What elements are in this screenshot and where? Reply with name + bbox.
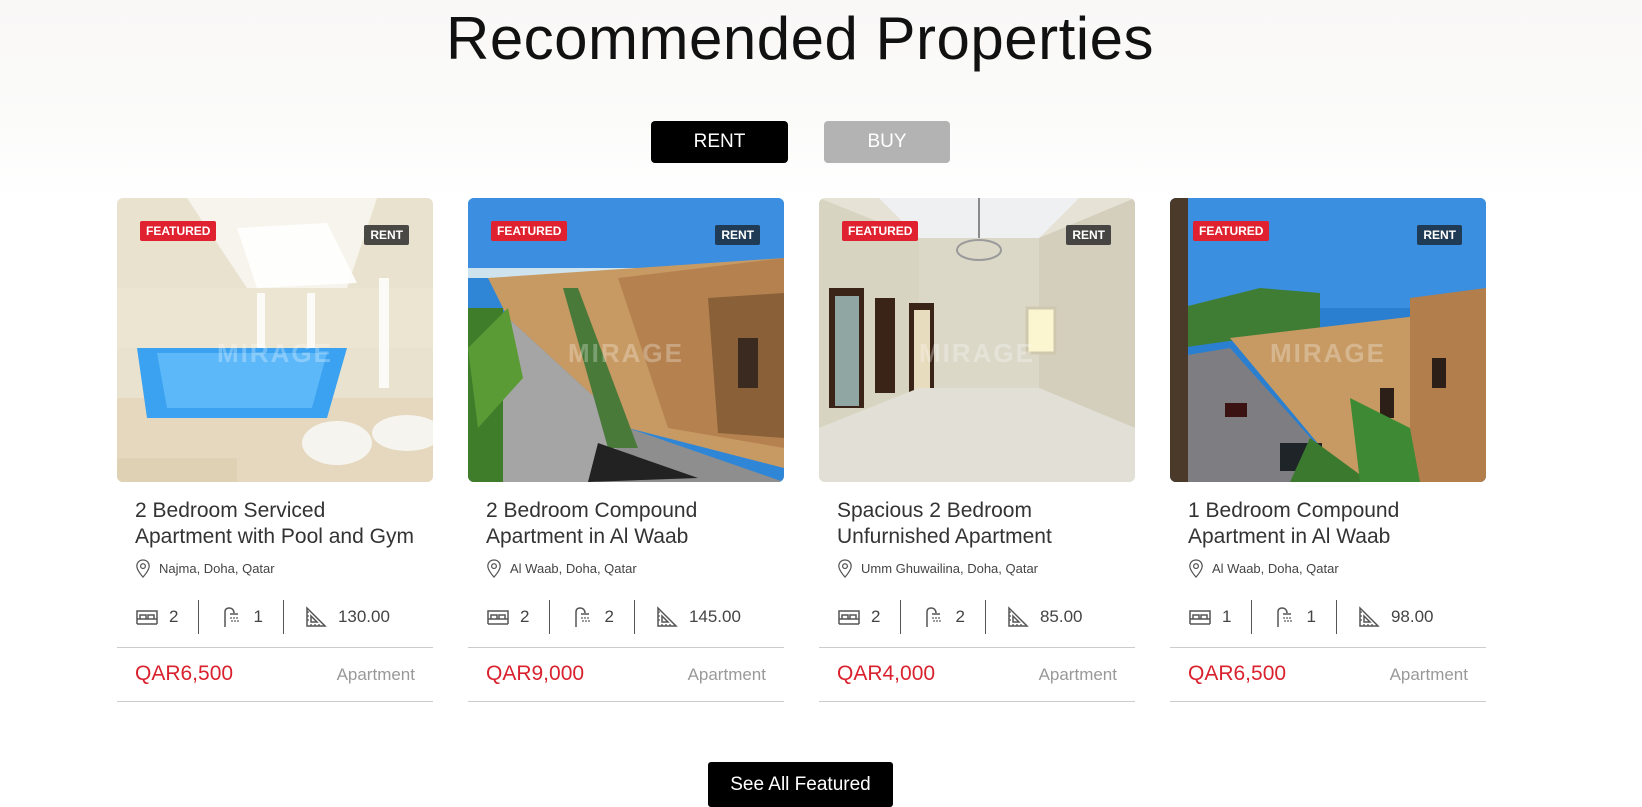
bed-icon bbox=[487, 610, 509, 625]
property-type: Apartment bbox=[687, 665, 766, 684]
beds-count: 2 bbox=[871, 607, 881, 626]
property-price: QAR4,000 bbox=[837, 662, 936, 685]
featured-badge: FEATURED bbox=[140, 221, 217, 241]
property-price: QAR9,000 bbox=[486, 662, 585, 685]
beds-count: 2 bbox=[169, 607, 179, 626]
divider-line bbox=[468, 647, 784, 648]
watermark-logo: MIRAGE bbox=[919, 338, 1035, 368]
divider-line bbox=[1170, 647, 1486, 648]
baths-count: 1 bbox=[1306, 607, 1316, 626]
bed-icon bbox=[838, 610, 860, 625]
map-pin-icon bbox=[136, 558, 150, 578]
divider-line bbox=[819, 701, 1135, 702]
divider bbox=[198, 600, 200, 634]
listing-type-badge: RENT bbox=[364, 225, 409, 245]
watermark-logo: MIRAGE bbox=[1270, 338, 1386, 368]
divider bbox=[984, 600, 986, 634]
divider bbox=[282, 600, 284, 634]
rent-tab[interactable]: RENT bbox=[651, 121, 788, 163]
property-title[interactable]: Spacious 2 Bedroom Unfurnished Apartment bbox=[837, 498, 1122, 550]
property-photo[interactable]: FEATURED RENT MIRAGE bbox=[117, 198, 433, 482]
area-value: 85.00 bbox=[1039, 607, 1083, 626]
beds-count: 1 bbox=[1222, 607, 1232, 626]
property-type: Apartment bbox=[1389, 665, 1468, 684]
shower-icon bbox=[926, 607, 942, 627]
location-text: Al Waab, Doha, Qatar bbox=[510, 560, 637, 576]
map-pin-icon bbox=[1189, 558, 1203, 578]
featured-badge: FEATURED bbox=[491, 221, 568, 241]
property-features: 2 2 145.00 bbox=[486, 600, 741, 634]
watermark-logo: MIRAGE bbox=[217, 338, 333, 368]
property-location: Al Waab, Doha, Qatar bbox=[1188, 558, 1339, 578]
listing-type-badge: RENT bbox=[715, 225, 760, 245]
area-value: 145.00 bbox=[688, 607, 741, 626]
property-features: 2 1 130.00 bbox=[135, 600, 390, 634]
divider-line bbox=[117, 701, 433, 702]
area-ruler-icon bbox=[306, 606, 327, 627]
divider-line bbox=[1170, 701, 1486, 702]
property-location: Najma, Doha, Qatar bbox=[135, 558, 275, 578]
buy-tab[interactable]: BUY bbox=[824, 121, 950, 163]
area-ruler-icon bbox=[657, 606, 678, 627]
property-features: 2 2 85.00 bbox=[837, 600, 1082, 634]
property-card[interactable]: FEATURED RENT MIRAGE 2 Bedroom Serviced … bbox=[117, 198, 433, 703]
property-features: 1 1 98.00 bbox=[1188, 600, 1433, 634]
property-type: Apartment bbox=[1038, 665, 1117, 684]
property-card[interactable]: FEATURED RENT MIRAGE Spacious 2 Bedroom … bbox=[819, 198, 1135, 703]
property-photo[interactable]: FEATURED RENT MIRAGE bbox=[819, 198, 1135, 482]
property-type: Apartment bbox=[336, 665, 415, 684]
location-text: Najma, Doha, Qatar bbox=[159, 560, 275, 576]
area-ruler-icon bbox=[1359, 606, 1380, 627]
watermark-logo: MIRAGE bbox=[568, 338, 684, 368]
property-card[interactable]: FEATURED RENT MIRAGE 1 Bedroom Compound … bbox=[1170, 198, 1486, 703]
featured-badge: FEATURED bbox=[842, 221, 919, 241]
property-card[interactable]: FEATURED RENT MIRAGE 2 Bedroom Compound … bbox=[468, 198, 784, 703]
shower-icon bbox=[224, 607, 240, 627]
property-price: QAR6,500 bbox=[1188, 662, 1287, 685]
divider bbox=[633, 600, 635, 634]
area-ruler-icon bbox=[1008, 606, 1029, 627]
property-title[interactable]: 1 Bedroom Compound Apartment in Al Waab bbox=[1188, 498, 1473, 550]
map-pin-icon bbox=[838, 558, 852, 578]
area-value: 98.00 bbox=[1390, 607, 1434, 626]
see-all-featured-button[interactable]: See All Featured bbox=[708, 762, 893, 807]
listing-type-badge: RENT bbox=[1066, 225, 1111, 245]
divider-line bbox=[468, 701, 784, 702]
divider bbox=[549, 600, 551, 634]
divider-line bbox=[117, 647, 433, 648]
featured-badge: FEATURED bbox=[1193, 221, 1270, 241]
baths-count: 2 bbox=[955, 607, 965, 626]
shower-icon bbox=[1277, 607, 1293, 627]
divider bbox=[900, 600, 902, 634]
divider bbox=[1251, 600, 1253, 634]
listing-type-badge: RENT bbox=[1417, 225, 1462, 245]
property-price: QAR6,500 bbox=[135, 662, 234, 685]
property-photo[interactable]: FEATURED RENT MIRAGE bbox=[1170, 198, 1486, 482]
bed-icon bbox=[136, 610, 158, 625]
property-location: Umm Ghuwailina, Doha, Qatar bbox=[837, 558, 1038, 578]
divider-line bbox=[819, 647, 1135, 648]
baths-count: 1 bbox=[253, 607, 263, 626]
location-text: Umm Ghuwailina, Doha, Qatar bbox=[861, 560, 1039, 576]
section-title: Recommended Properties bbox=[445, 5, 1154, 72]
baths-count: 2 bbox=[604, 607, 614, 626]
beds-count: 2 bbox=[520, 607, 530, 626]
location-text: Al Waab, Doha, Qatar bbox=[1212, 560, 1339, 576]
property-photo[interactable]: FEATURED RENT MIRAGE bbox=[468, 198, 784, 482]
map-pin-icon bbox=[487, 558, 501, 578]
divider bbox=[1335, 600, 1337, 634]
area-value: 130.00 bbox=[337, 607, 390, 626]
property-title[interactable]: 2 Bedroom Compound Apartment in Al Waab bbox=[486, 498, 771, 550]
property-location: Al Waab, Doha, Qatar bbox=[486, 558, 637, 578]
property-title[interactable]: 2 Bedroom Serviced Apartment with Pool a… bbox=[135, 498, 420, 550]
shower-icon bbox=[575, 607, 591, 627]
bed-icon bbox=[1189, 610, 1211, 625]
